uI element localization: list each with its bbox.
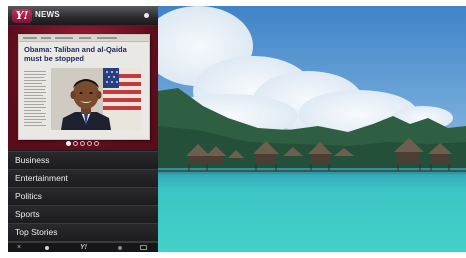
widget-footer-bar: × Y! <box>8 242 158 252</box>
story-headline: Obama: Taliban and al-Qaida must be stop… <box>24 45 127 63</box>
menu-item-politics[interactable]: Politics <box>8 187 158 205</box>
menu-item-business[interactable]: Business <box>8 151 158 169</box>
tv-screen: Y! NEWS Obama: Taliban and al-Qaida must… <box>0 0 466 258</box>
menu-item-top-stories[interactable]: Top Stories <box>8 223 158 241</box>
close-icon[interactable]: × <box>17 244 21 252</box>
background-photo <box>158 6 466 252</box>
dot-icon[interactable] <box>45 246 49 250</box>
news-widget-panel: Y! NEWS Obama: Taliban and al-Qaida must… <box>8 6 158 252</box>
carousel-dot[interactable] <box>66 141 71 146</box>
status-dot-icon <box>144 13 149 18</box>
carousel-dot[interactable] <box>94 141 99 146</box>
tropical-lagoon-scene <box>158 6 466 252</box>
dot-icon[interactable] <box>118 246 122 250</box>
yahoo-logo-icon[interactable]: Y! <box>80 244 87 252</box>
widget-box-icon[interactable] <box>140 245 147 250</box>
carousel-dot[interactable] <box>87 141 92 146</box>
carousel-dot[interactable] <box>73 141 78 146</box>
yahoo-logo-icon: Y! <box>12 9 32 23</box>
featured-story-card[interactable]: Obama: Taliban and al-Qaida must be stop… <box>8 26 158 150</box>
category-menu: Business Entertainment Politics Sports Top S… <box>8 151 158 252</box>
widget-header: Y! NEWS <box>8 6 158 26</box>
article-masthead <box>19 35 149 42</box>
article-thumbnail: Obama: Taliban and al-Qaida must be stop… <box>18 34 150 140</box>
menu-item-sports[interactable]: Sports <box>8 205 158 223</box>
carousel-pagination[interactable] <box>66 141 99 146</box>
carousel-dot[interactable] <box>80 141 85 146</box>
widget-title: NEWS <box>35 10 60 19</box>
menu-item-entertainment[interactable]: Entertainment <box>8 169 158 187</box>
story-photo <box>51 68 141 130</box>
